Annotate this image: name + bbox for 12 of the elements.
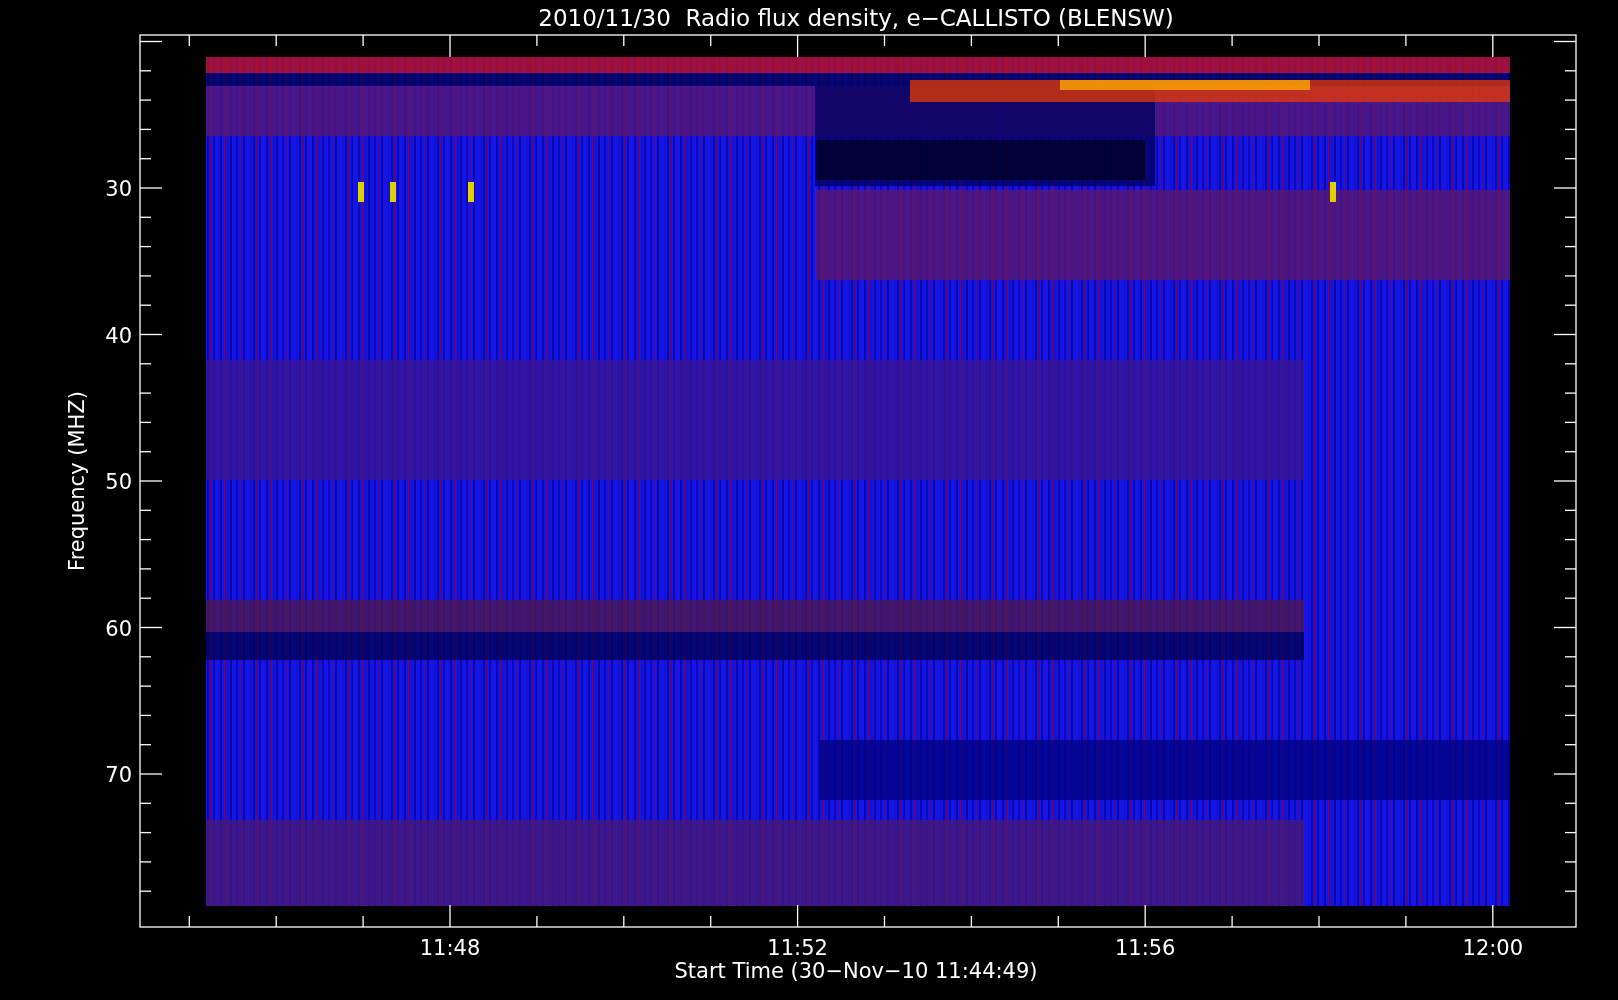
tick-label: 70 — [105, 763, 132, 787]
tick-label: 50 — [105, 470, 132, 494]
tick-label: 30 — [105, 177, 132, 201]
tick-label: 60 — [105, 616, 132, 641]
tick-label: 11:52 — [767, 936, 828, 960]
tick-label: 11:48 — [419, 936, 481, 960]
x-axis-label: Start Time (30−Nov−10 11:44:49) — [674, 959, 1038, 983]
tick-label: 40 — [105, 323, 132, 348]
tick-label: 11:56 — [1114, 936, 1176, 960]
y-axis-label: Frequency (MHZ) — [65, 391, 89, 571]
chart-title: 2010/11/30 Radio flux density, e−CALLISTO (BLENSW) — [538, 5, 1174, 31]
tick-label: 12:00 — [1462, 936, 1524, 960]
